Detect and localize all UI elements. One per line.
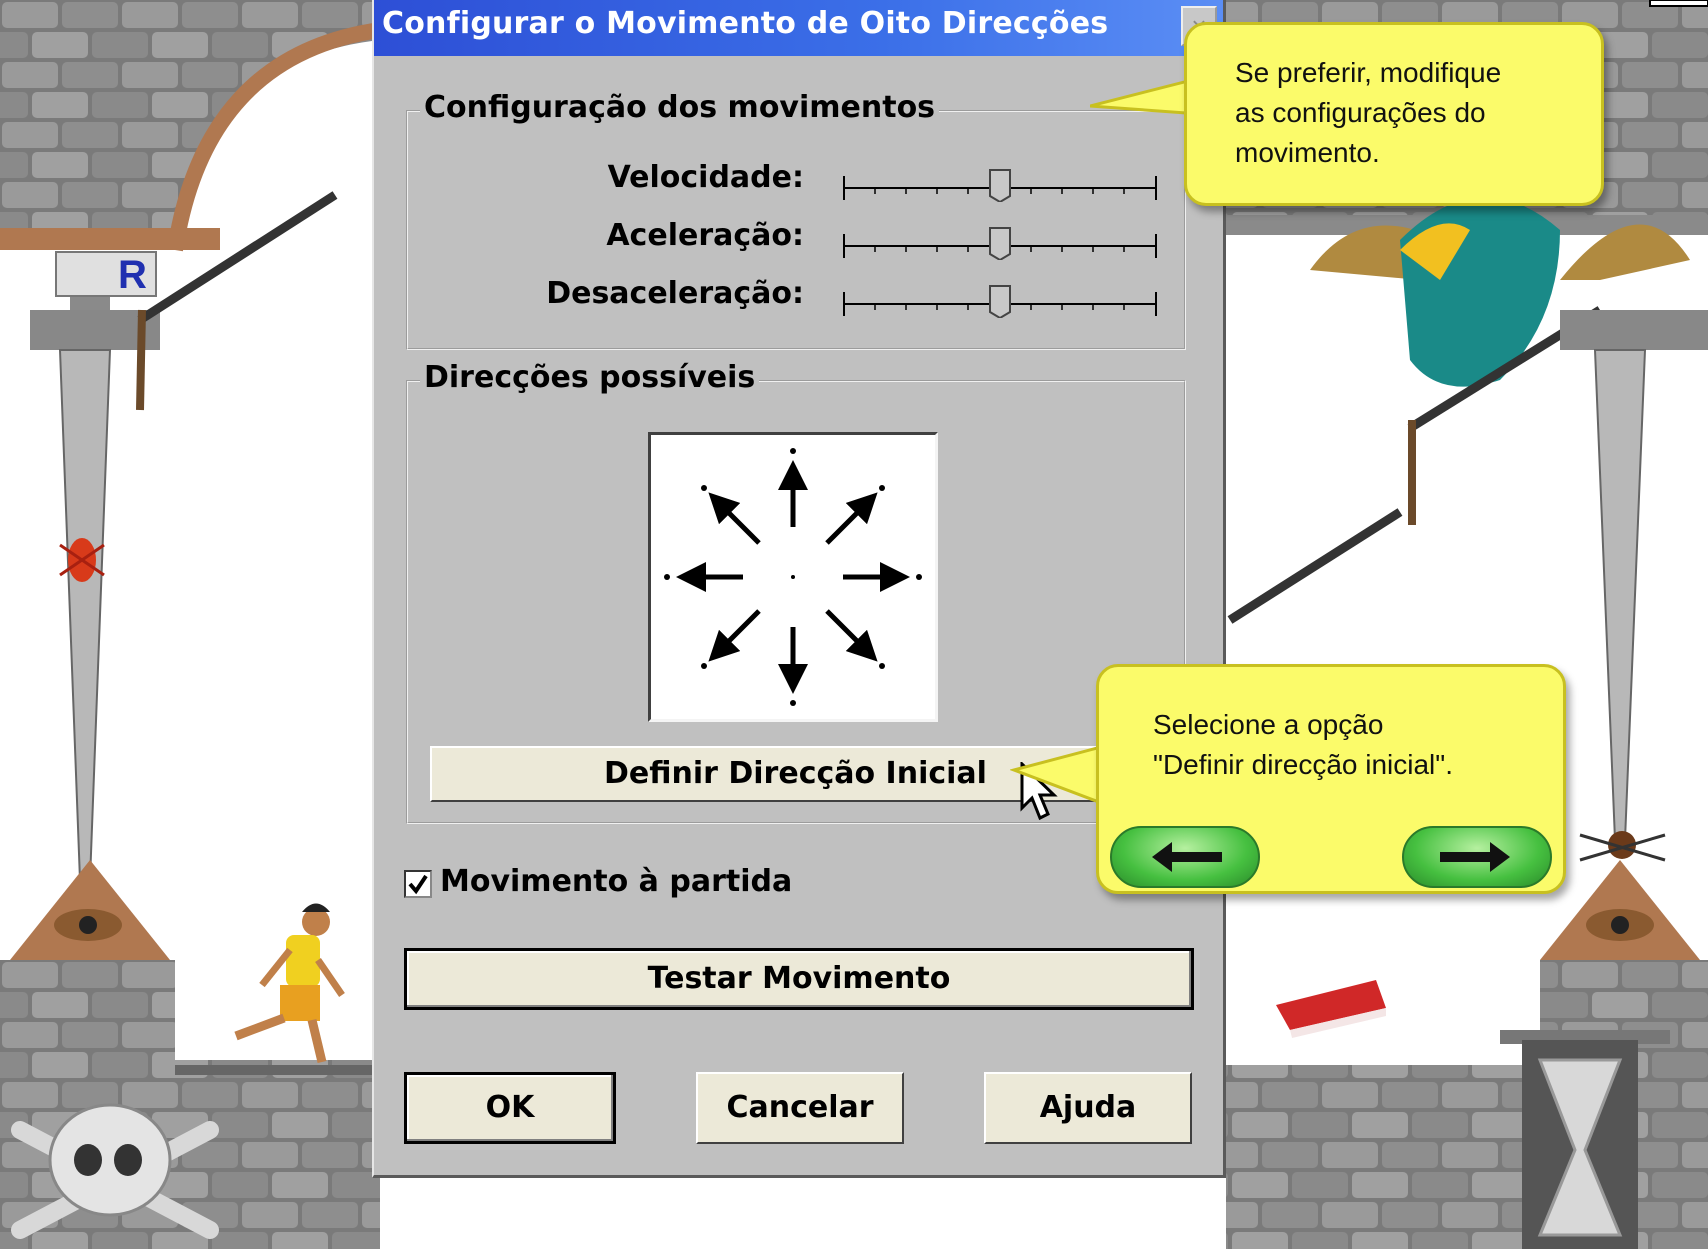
running-character (234, 903, 345, 1064)
direction-arrows (664, 448, 922, 706)
tooltip-bottom-line-1: Selecione a opção (1153, 709, 1384, 740)
arrow-left-icon (1152, 842, 1222, 872)
ok-button[interactable]: OK (404, 1072, 616, 1144)
possible-directions-label: Direcções possíveis (420, 360, 760, 395)
direction-selector[interactable] (648, 432, 938, 722)
acceleration-slider-thumb (989, 227, 1011, 260)
tooltip-bottom-line-2: "Definir direcção inicial". (1153, 749, 1453, 780)
set-initial-direction-button[interactable]: Definir Direcção Inicial (430, 746, 1110, 802)
arrow-up-right-icon (825, 492, 878, 545)
next-step-button[interactable] (1402, 826, 1552, 888)
tooltip-top-line-2: as configurações do (1235, 97, 1486, 128)
acceleration-slider[interactable] (840, 226, 1160, 260)
test-movement-button[interactable]: Testar Movimento (404, 948, 1194, 1010)
hourglass (1522, 1040, 1638, 1249)
eight-direction-movement-dialog: Configurar o Movimento de Oito Direcções… (372, 0, 1226, 1178)
arrow-up-left-icon (708, 492, 761, 545)
previous-step-button[interactable] (1110, 826, 1260, 888)
help-button[interactable]: Ajuda (984, 1072, 1192, 1144)
speed-slider-thumb (989, 169, 1011, 202)
red-book (1276, 980, 1386, 1038)
cancel-button[interactable]: Cancelar (696, 1072, 904, 1144)
deceleration-slider-thumb (989, 285, 1011, 318)
deceleration-label: Desaceleração: (546, 276, 804, 311)
arrow-down-left-icon (708, 609, 761, 662)
tooltip-top-line-3: movimento. (1235, 137, 1380, 168)
tooltip-modify-settings: Se preferir, modifique as configurações … (1184, 22, 1604, 206)
movement-settings-label: Configuração dos movimentos (420, 90, 940, 125)
arrow-down-right-icon (825, 609, 878, 662)
speed-slider[interactable] (840, 168, 1160, 202)
checkmark-icon (408, 874, 428, 895)
acceleration-label: Aceleração: (606, 218, 804, 253)
deceleration-slider[interactable] (840, 284, 1160, 318)
left-upper-wall (0, 0, 382, 252)
tooltip-top-line-1: Se preferir, modifique (1235, 57, 1502, 88)
dialog-titlebar[interactable]: Configurar o Movimento de Oito Direcções… (374, 0, 1223, 56)
start-movement-label: Movimento à partida (440, 864, 793, 899)
speed-label: Velocidade: (607, 160, 804, 195)
spider (1579, 831, 1666, 862)
left-sword-pillar (10, 260, 170, 960)
start-movement-checkbox[interactable] (404, 870, 432, 898)
r-badge-letter: R (118, 253, 147, 297)
dialog-title: Configurar o Movimento de Oito Direcções (382, 6, 1109, 41)
r-badge: R (55, 251, 157, 297)
arrow-right-icon (1440, 842, 1510, 872)
